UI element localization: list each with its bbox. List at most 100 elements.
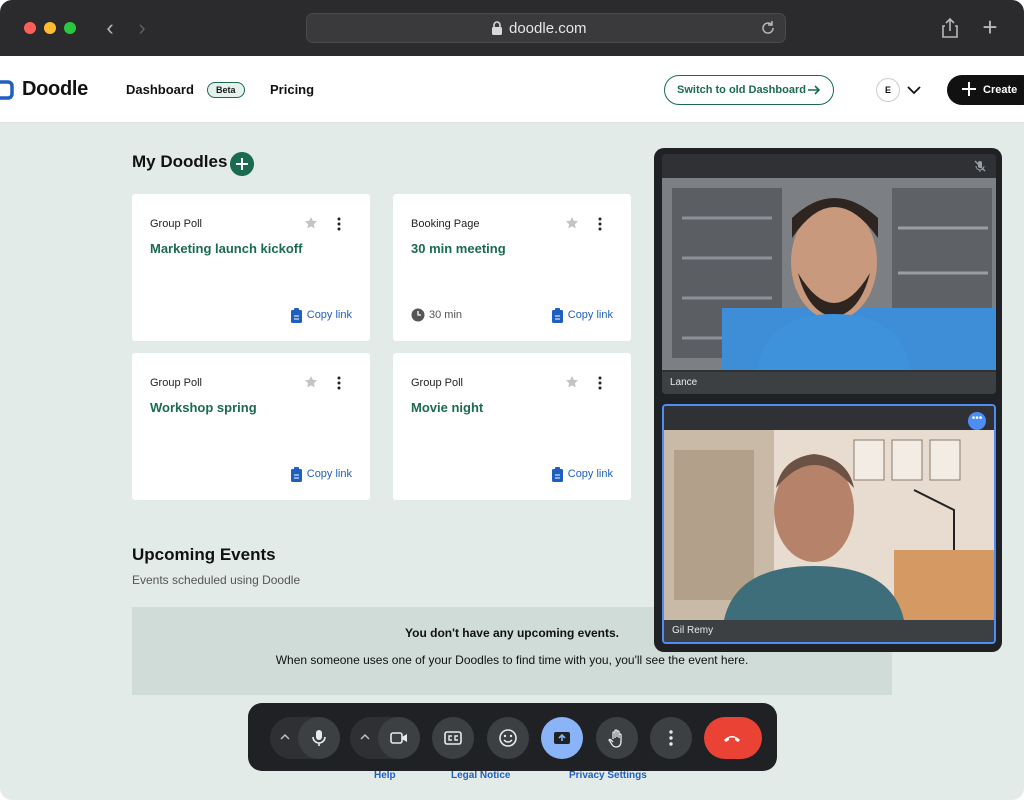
- participant-name: Gil Remy: [664, 620, 994, 642]
- reload-icon[interactable]: [759, 19, 777, 37]
- beta-badge: Beta: [207, 82, 245, 98]
- arrow-right-icon: [808, 85, 821, 95]
- clipboard-icon: [290, 308, 302, 323]
- leave-call-button[interactable]: [704, 717, 762, 759]
- tile-topbar: •••: [664, 406, 994, 430]
- more-options-icon[interactable]: •••: [968, 412, 986, 430]
- copy-link-button[interactable]: Copy link: [551, 467, 613, 482]
- avatar[interactable]: E: [876, 78, 900, 102]
- new-tab-icon[interactable]: +: [978, 14, 1002, 40]
- share-icon[interactable]: [938, 16, 962, 40]
- doodle-card[interactable]: Booking Page 30 min meeting 30 min Copy …: [393, 194, 631, 341]
- copy-link-label: Copy link: [567, 468, 613, 480]
- star-icon[interactable]: [304, 375, 318, 389]
- doodle-title[interactable]: Marketing launch kickoff: [150, 241, 302, 256]
- doodle-type: Group Poll: [150, 218, 202, 230]
- plus-icon: [962, 82, 976, 96]
- star-icon[interactable]: [304, 216, 318, 230]
- zoom-window-button[interactable]: [64, 22, 76, 34]
- microphone-button[interactable]: [298, 717, 340, 759]
- browser-toolbar: ‹ › doodle.com +: [0, 0, 1024, 56]
- doodle-title[interactable]: 30 min meeting: [411, 241, 506, 256]
- copy-link-button[interactable]: Copy link: [290, 467, 352, 482]
- raise-hand-icon: [608, 729, 622, 748]
- add-doodle-button[interactable]: [230, 152, 254, 176]
- participant-tile[interactable]: Lance: [662, 154, 996, 394]
- closed-captions-icon: [444, 731, 462, 745]
- hang-up-icon: [724, 736, 740, 742]
- switch-old-dashboard-button[interactable]: Switch to old Dashboard: [664, 75, 834, 105]
- doodle-type: Booking Page: [411, 218, 480, 230]
- doodle-title[interactable]: Movie night: [411, 400, 483, 415]
- more-options-icon[interactable]: [334, 375, 344, 391]
- video-call-panel: Lance ••• Gil Remy: [654, 148, 1002, 652]
- microphone-icon: [312, 730, 326, 746]
- participant-name: Lance: [662, 372, 996, 394]
- chevron-up-icon[interactable]: [358, 730, 372, 744]
- doodle-card[interactable]: Group Poll Movie night Copy link: [393, 353, 631, 500]
- more-options-icon[interactable]: [595, 375, 605, 391]
- back-icon[interactable]: ‹: [98, 16, 122, 40]
- clock-icon: [411, 308, 425, 322]
- participant-video: [662, 178, 996, 370]
- close-window-button[interactable]: [24, 22, 36, 34]
- call-controls-bar: [248, 703, 777, 771]
- doodle-title[interactable]: Workshop spring: [150, 400, 257, 415]
- forward-icon[interactable]: ›: [130, 16, 154, 40]
- doodle-logo-icon: [0, 80, 14, 100]
- mic-off-icon: [974, 160, 986, 172]
- doodle-card[interactable]: Group Poll Workshop spring Copy link: [132, 353, 370, 500]
- tile-topbar: [662, 154, 996, 178]
- clipboard-icon: [290, 467, 302, 482]
- present-screen-button[interactable]: [541, 717, 583, 759]
- doodle-type: Group Poll: [411, 377, 463, 389]
- copy-link-label: Copy link: [306, 309, 352, 321]
- clipboard-icon: [551, 308, 563, 323]
- create-button[interactable]: Create: [947, 75, 1024, 105]
- nav-pricing[interactable]: Pricing: [270, 82, 314, 97]
- brand-logo[interactable]: Doodle: [22, 78, 88, 101]
- copy-link-button[interactable]: Copy link: [551, 308, 613, 323]
- url-text: doodle.com: [509, 20, 587, 37]
- camera-options-group: [350, 717, 420, 759]
- upcoming-events-subtitle: Events scheduled using Doodle: [132, 573, 301, 587]
- app-header: Doodle Dashboard Beta Pricing Switch to …: [0, 56, 1024, 123]
- captions-button[interactable]: [432, 717, 474, 759]
- participant-video: [664, 430, 994, 620]
- mic-options-group: [270, 717, 340, 759]
- raise-hand-button[interactable]: [596, 717, 638, 759]
- copy-link-button[interactable]: Copy link: [290, 308, 352, 323]
- switch-label: Switch to old Dashboard: [677, 84, 806, 96]
- help-link[interactable]: Help: [374, 770, 396, 781]
- more-options-icon[interactable]: [595, 216, 605, 232]
- chevron-up-icon[interactable]: [278, 730, 292, 744]
- present-screen-icon: [554, 732, 570, 744]
- privacy-settings-link[interactable]: Privacy Settings: [569, 770, 647, 781]
- participant-tile-active[interactable]: ••• Gil Remy: [662, 404, 996, 644]
- emoji-icon: [499, 729, 517, 747]
- star-icon[interactable]: [565, 375, 579, 389]
- nav-dashboard[interactable]: Dashboard: [126, 82, 194, 97]
- emoji-reactions-button[interactable]: [487, 717, 529, 759]
- minimize-window-button[interactable]: [44, 22, 56, 34]
- copy-link-label: Copy link: [567, 309, 613, 321]
- upcoming-events-title: Upcoming Events: [132, 545, 276, 564]
- lock-icon: [492, 21, 502, 35]
- create-label: Create: [983, 84, 1018, 96]
- duration-label: 30 min: [411, 308, 463, 322]
- chevron-down-icon[interactable]: [906, 82, 922, 98]
- more-vertical-icon: [669, 730, 673, 746]
- browser-window: ‹ › doodle.com + Doodle Dashboard Beta P…: [0, 0, 1024, 800]
- star-icon[interactable]: [565, 216, 579, 230]
- empty-events-text: When someone uses one of your Doodles to…: [275, 653, 749, 667]
- camera-icon: [390, 732, 407, 744]
- doodle-card[interactable]: Group Poll Marketing launch kickoff Copy…: [132, 194, 370, 341]
- duration-text: 30 min: [429, 309, 463, 321]
- legal-notice-link[interactable]: Legal Notice: [451, 770, 510, 781]
- more-options-button[interactable]: [650, 717, 692, 759]
- copy-link-label: Copy link: [306, 468, 352, 480]
- doodle-type: Group Poll: [150, 377, 202, 389]
- camera-button[interactable]: [378, 717, 420, 759]
- more-options-icon[interactable]: [334, 216, 344, 232]
- address-bar[interactable]: doodle.com: [306, 13, 786, 43]
